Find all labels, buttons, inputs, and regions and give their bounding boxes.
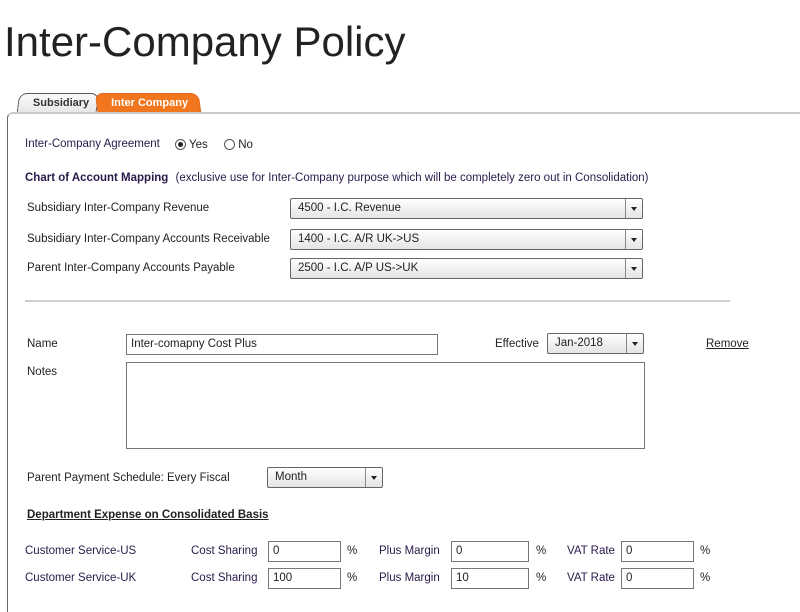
receivable-account-select[interactable]: 1400 - I.C. A/R UK->US xyxy=(290,229,643,250)
departments-heading: Department Expense on Consolidated Basis xyxy=(27,509,269,521)
tab-subsidiary-label: Subsidiary xyxy=(32,97,90,109)
schedule-select[interactable]: Month xyxy=(267,467,383,488)
name-input[interactable]: Inter-comapny Cost Plus xyxy=(126,334,438,355)
cost-sharing-label: Cost Sharing xyxy=(191,572,258,584)
cost-sharing-input[interactable]: 100 xyxy=(268,568,341,589)
percent-sign: % xyxy=(700,572,711,584)
effective-value: Jan-2018 xyxy=(555,337,603,349)
radio-selected-icon xyxy=(175,139,186,150)
coa-note: (exclusive use for Inter-Company purpose… xyxy=(175,172,649,184)
agreement-label: Inter-Company Agreement xyxy=(25,138,160,150)
coa-row-label: Subsidiary Inter-Company Revenue xyxy=(27,202,210,214)
payable-account-select[interactable]: 2500 - I.C. A/P US->UK xyxy=(290,258,643,279)
vat-rate-input[interactable]: 0 xyxy=(621,541,694,562)
chevron-down-icon[interactable] xyxy=(626,334,643,353)
plus-margin-label: Plus Margin xyxy=(379,545,440,557)
percent-sign: % xyxy=(347,545,358,557)
percent-sign: % xyxy=(536,545,547,557)
page-title: Inter-Company Policy xyxy=(4,18,406,65)
coa-row-label: Parent Inter-Company Accounts Payable xyxy=(27,262,235,274)
plus-margin-label: Plus Margin xyxy=(379,572,440,584)
department-name: Customer Service-US xyxy=(25,545,137,557)
chevron-down-icon[interactable] xyxy=(365,468,382,487)
notes-textarea[interactable] xyxy=(126,362,645,449)
section-divider xyxy=(25,300,730,302)
department-name: Customer Service-UK xyxy=(25,572,137,584)
chevron-down-icon[interactable] xyxy=(625,259,642,278)
plus-margin-input[interactable]: 10 xyxy=(451,568,529,589)
percent-sign: % xyxy=(700,545,711,557)
coa-row-label: Subsidiary Inter-Company Accounts Receiv… xyxy=(27,233,270,245)
chevron-down-icon[interactable] xyxy=(625,199,642,218)
remove-link[interactable]: Remove xyxy=(706,338,749,350)
cost-sharing-input[interactable]: 0 xyxy=(268,541,341,562)
name-label: Name xyxy=(27,338,58,350)
notes-label: Notes xyxy=(27,366,58,378)
agreement-no-radio[interactable]: No xyxy=(224,139,253,151)
tab-inter-company-label: Inter Company xyxy=(111,97,189,109)
effective-select[interactable]: Jan-2018 xyxy=(547,333,644,354)
percent-sign: % xyxy=(347,572,358,584)
vat-rate-label: VAT Rate xyxy=(567,572,615,584)
payable-account-value: 2500 - I.C. A/P US->UK xyxy=(298,262,419,274)
vat-rate-input[interactable]: 0 xyxy=(621,568,694,589)
receivable-account-value: 1400 - I.C. A/R UK->US xyxy=(298,233,420,245)
agreement-yes-radio[interactable]: Yes xyxy=(175,139,208,151)
plus-margin-input[interactable]: 0 xyxy=(451,541,529,562)
percent-sign: % xyxy=(536,572,547,584)
effective-label: Effective xyxy=(495,338,539,350)
schedule-value: Month xyxy=(275,471,307,483)
revenue-account-value: 4500 - I.C. Revenue xyxy=(298,202,401,214)
chevron-down-icon[interactable] xyxy=(625,230,642,249)
cost-sharing-label: Cost Sharing xyxy=(191,545,258,557)
coa-heading: Chart of Account Mapping xyxy=(25,172,169,184)
tab-subsidiary[interactable]: Subsidiary xyxy=(16,93,100,112)
tab-inter-company[interactable]: Inter Company xyxy=(94,93,202,112)
agreement-no-label: No xyxy=(238,139,253,151)
revenue-account-select[interactable]: 4500 - I.C. Revenue xyxy=(290,198,643,219)
radio-unselected-icon xyxy=(224,139,235,150)
vat-rate-label: VAT Rate xyxy=(567,545,615,557)
schedule-label: Parent Payment Schedule: Every Fiscal xyxy=(27,472,230,484)
agreement-yes-label: Yes xyxy=(189,139,208,151)
